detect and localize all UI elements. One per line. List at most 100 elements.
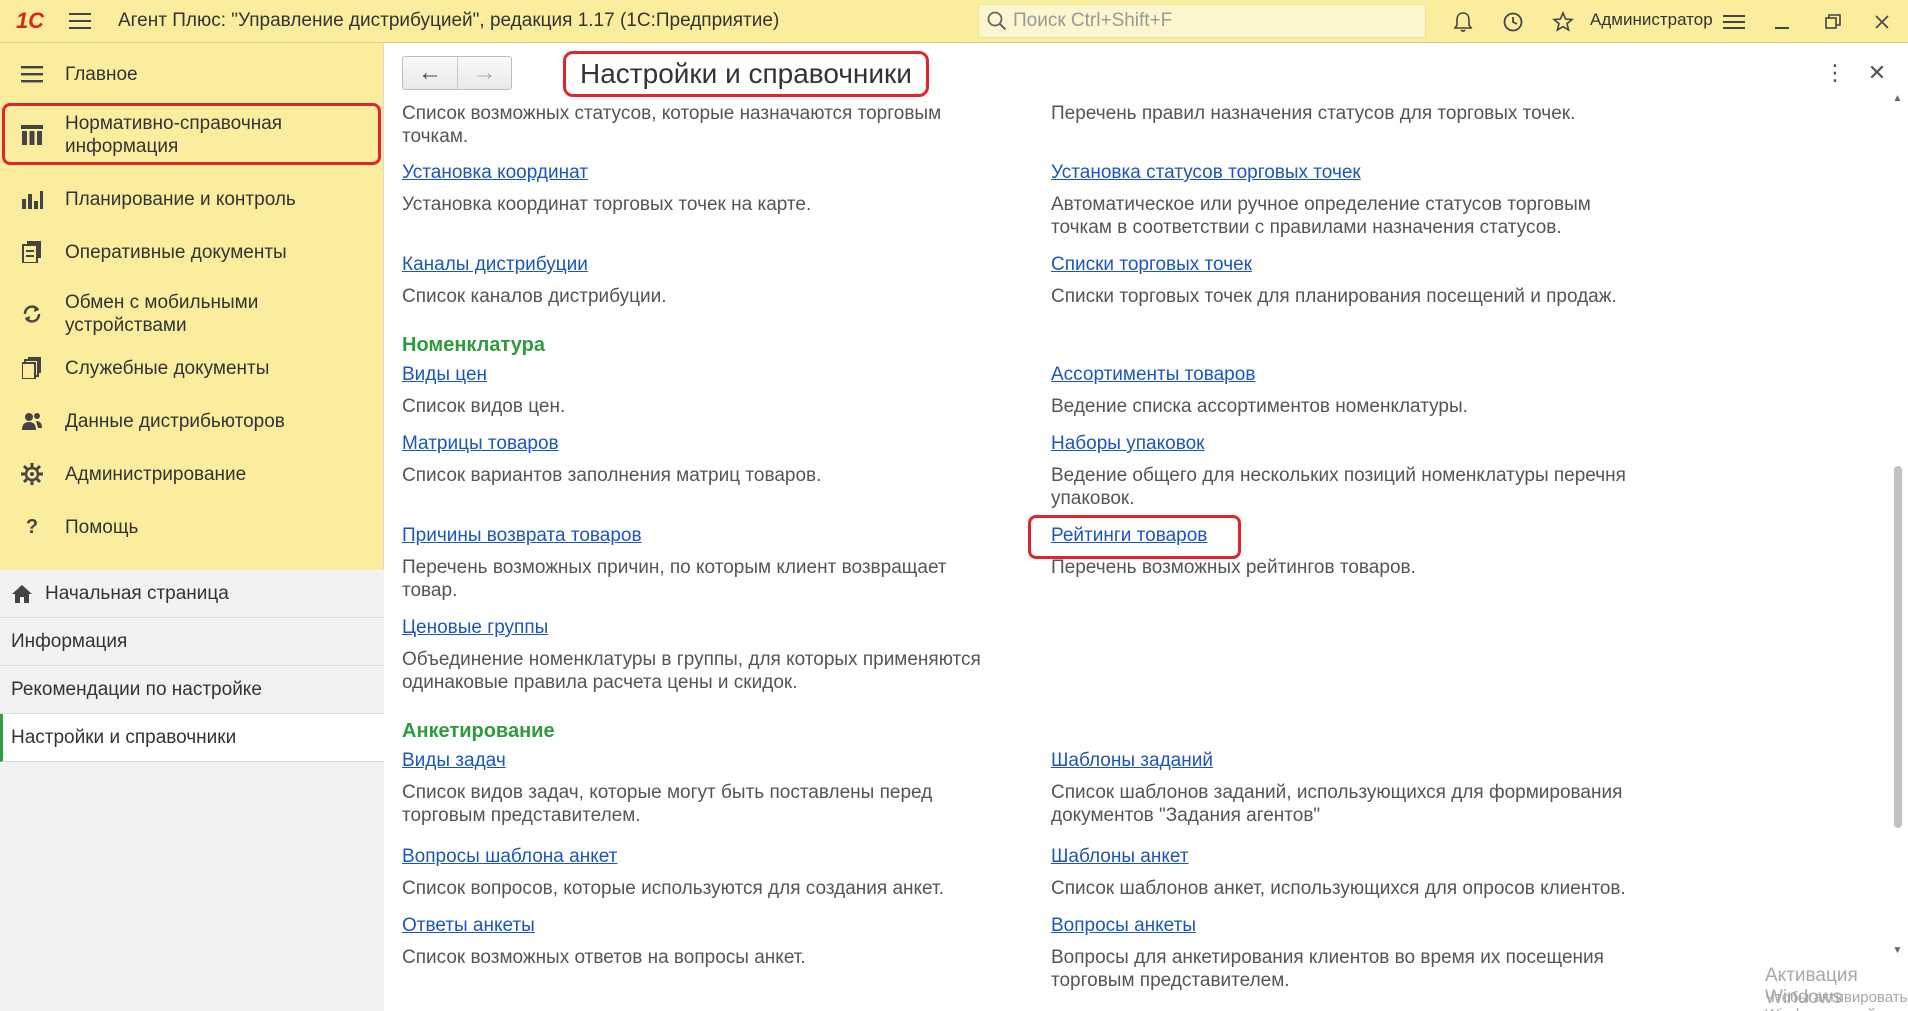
distribution-channels-desc: Список каналов дистрибуции.: [402, 286, 667, 307]
sidebar-item-service-docs[interactable]: Служебные документы: [0, 351, 384, 385]
sidebar: Главное Нормативно-справочная информация…: [0, 43, 384, 1011]
link-survey-questions[interactable]: Вопросы анкеты: [1051, 915, 1196, 937]
set-outlet-statuses-desc: Автоматическое или ручное определение ст…: [1051, 194, 1591, 238]
close-window-icon[interactable]: [1862, 0, 1902, 43]
sidebar-item-label: Планирование и контроль: [65, 188, 296, 210]
main-content: ← → Настройки и справочники ⋮ ✕ Список в…: [385, 43, 1908, 1011]
sidebar-item-distributor-data[interactable]: Данные дистрибьюторов: [0, 404, 384, 438]
home-page-item[interactable]: Начальная страница: [0, 570, 384, 618]
link-task-templates[interactable]: Шаблоны заданий: [1051, 750, 1213, 772]
link-product-matrices[interactable]: Матрицы товаров: [402, 433, 559, 455]
link-return-reasons[interactable]: Причины возврата товаров: [402, 525, 642, 547]
link-product-ratings[interactable]: Рейтинги товаров: [1051, 525, 1207, 547]
set-coordinates-desc: Установка координат торговых точек на ка…: [402, 194, 812, 215]
app-logo: 1С: [15, 8, 45, 33]
page-title: Настройки и справочники: [580, 58, 912, 89]
sidebar-item-main[interactable]: Главное: [0, 57, 384, 91]
survey-templates-desc: Список шаблонов анкет, использующихся дл…: [1051, 878, 1626, 899]
sidebar-item-label: Помощь: [65, 516, 139, 538]
template-questions-desc: Список вопросов, которые используются дл…: [402, 878, 944, 899]
return-reasons-desc: Перечень возможных причин, по которым кл…: [402, 557, 947, 601]
restore-icon[interactable]: [1813, 0, 1853, 43]
page-title-frame: Настройки и справочники: [563, 51, 929, 97]
settings-references-item[interactable]: Настройки и справочники: [0, 714, 384, 762]
survey-questions-desc: Вопросы для анкетирования клиентов во вр…: [1051, 947, 1604, 991]
settings-references-label: Настройки и справочники: [11, 726, 237, 748]
search-placeholder: Поиск Ctrl+Shift+F: [1013, 10, 1173, 31]
link-price-groups[interactable]: Ценовые группы: [402, 617, 548, 639]
outlet-lists-desc: Списки торговых точек для планирования п…: [1051, 286, 1617, 307]
scroll-down-arrow-icon[interactable]: ▼: [1892, 945, 1903, 959]
app-title: Агент Плюс: "Управление дистрибуцией", р…: [118, 10, 780, 31]
sidebar-item-label: Нормативно-справочная информация: [65, 113, 283, 157]
scroll-up-arrow-icon[interactable]: ▲: [1892, 93, 1903, 107]
sidebar-item-label: Данные дистрибьюторов: [65, 410, 285, 432]
home-page-label: Начальная страница: [45, 582, 229, 604]
bar-chart-icon: [20, 187, 44, 211]
bell-icon[interactable]: [1443, 0, 1483, 43]
user-name[interactable]: Администратор: [1590, 10, 1713, 30]
sidebar-item-reference-info[interactable]: Нормативно-справочная информация: [0, 109, 384, 161]
setup-recommendations-item[interactable]: Рекомендации по настройке: [0, 666, 384, 714]
status-rules-desc: Перечень правил назначения статусов для …: [1051, 103, 1576, 124]
link-task-types[interactable]: Виды задач: [402, 750, 506, 772]
sync-icon: [20, 302, 44, 326]
minimize-icon[interactable]: [1763, 0, 1803, 43]
settings-lines-icon[interactable]: [1714, 0, 1754, 43]
menu-lines-icon: [20, 62, 44, 86]
sidebar-item-administration[interactable]: Администрирование: [0, 457, 384, 491]
link-survey-answers[interactable]: Ответы анкеты: [402, 915, 535, 937]
setup-recommendations-label: Рекомендации по настройке: [11, 678, 262, 700]
task-types-desc: Список видов задач, которые могут быть п…: [402, 782, 933, 826]
back-arrow-icon[interactable]: ←: [403, 57, 457, 89]
nav-buttons: ← →: [402, 56, 512, 90]
link-package-sets[interactable]: Наборы упаковок: [1051, 433, 1204, 455]
section-title-nomenclature: Номенклатура: [402, 334, 545, 356]
documents-icon: [20, 240, 44, 264]
link-survey-templates[interactable]: Шаблоны анкет: [1051, 846, 1189, 868]
link-price-types[interactable]: Виды цен: [402, 364, 487, 386]
link-distribution-channels[interactable]: Каналы дистрибуции: [402, 254, 588, 276]
scroll-thumb[interactable]: [1894, 466, 1902, 828]
sidebar-item-label: Обмен с мобильными устройствами: [65, 292, 259, 336]
sidebar-item-label: Администрирование: [65, 463, 247, 485]
hamburger-menu-icon[interactable]: [60, 0, 100, 43]
sidebar-item-mobile-exchange[interactable]: Обмен с мобильными устройствами: [0, 288, 384, 340]
vertical-scrollbar[interactable]: ▲ ▼: [1890, 93, 1905, 1011]
product-ratings-desc: Перечень возможных рейтингов товаров.: [1051, 557, 1416, 578]
forward-arrow-icon[interactable]: →: [456, 57, 511, 89]
link-outlet-lists[interactable]: Списки торговых точек: [1051, 254, 1252, 276]
favorites-star-icon[interactable]: [1543, 0, 1583, 43]
history-icon[interactable]: [1493, 0, 1533, 43]
statuses-desc: Список возможных статусов, которые назна…: [402, 103, 942, 147]
sidebar-item-planning[interactable]: Планирование и контроль: [0, 182, 384, 216]
home-icon: [12, 584, 32, 603]
search-input[interactable]: Поиск Ctrl+Shift+F: [978, 4, 1426, 38]
more-vertical-icon[interactable]: ⋮: [1823, 59, 1847, 87]
gear-icon: [20, 462, 44, 486]
close-icon[interactable]: ✕: [1865, 59, 1889, 87]
sidebar-item-label: Оперативные документы: [65, 241, 287, 263]
link-set-outlet-statuses[interactable]: Установка статусов торговых точек: [1051, 162, 1361, 184]
link-template-questions[interactable]: Вопросы шаблона анкет: [402, 846, 617, 868]
info-item[interactable]: Информация: [0, 618, 384, 666]
users-icon: [20, 409, 44, 433]
assortments-desc: Ведение списка ассортиментов номенклатур…: [1051, 396, 1468, 417]
sidebar-item-operational-docs[interactable]: Оперативные документы: [0, 235, 384, 269]
section-title-survey: Анкетирование: [402, 720, 555, 742]
sidebar-item-label: Главное: [65, 63, 138, 85]
question-icon: ?: [25, 515, 39, 538]
info-label: Информация: [11, 630, 128, 652]
link-assortments[interactable]: Ассортименты товаров: [1051, 364, 1255, 386]
columns-icon: [20, 123, 44, 147]
task-templates-desc: Список шаблонов заданий, использующихся …: [1051, 782, 1623, 826]
open-windows-panel: Начальная страница Информация Рекомендац…: [0, 570, 384, 1011]
sidebar-item-help[interactable]: ? Помощь: [0, 510, 384, 544]
doc-stack-icon: [20, 356, 44, 380]
price-types-desc: Список видов цен.: [402, 396, 566, 417]
link-set-coordinates[interactable]: Установка координат: [402, 162, 588, 184]
survey-answers-desc: Список возможных ответов на вопросы анке…: [402, 947, 806, 968]
windows-activation-hint: Чтобы активировать Windows, перейдите в …: [1765, 989, 1908, 1011]
package-sets-desc: Ведение общего для нескольких позиций но…: [1051, 465, 1626, 509]
search-icon: [987, 11, 1007, 31]
